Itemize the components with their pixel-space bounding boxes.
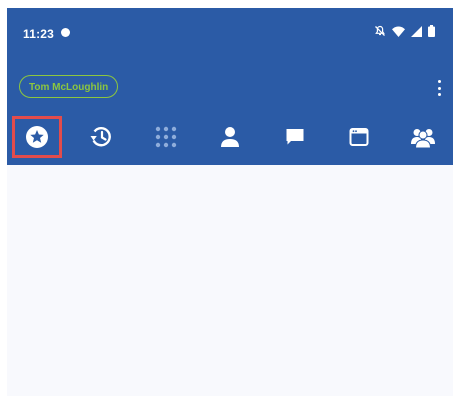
recent-history-icon	[90, 127, 111, 147]
contact-person-icon	[221, 127, 239, 147]
dialpad-icon	[155, 126, 177, 148]
account-name-chip[interactable]: Tom McLoughlin	[19, 75, 119, 98]
status-time: 11:23	[23, 27, 55, 41]
tab-browser[interactable]	[334, 116, 384, 158]
tab-recent[interactable]	[76, 116, 126, 158]
favorites-star-icon	[26, 126, 48, 148]
tab-favorites[interactable]	[12, 116, 62, 158]
mute-icon	[374, 25, 386, 37]
wifi-icon	[392, 26, 405, 37]
app-bar: 11:23 Tom McLoughlin	[7, 8, 453, 166]
tab-contacts[interactable]	[205, 116, 255, 158]
tab-chat[interactable]	[270, 116, 320, 158]
group-people-icon	[411, 129, 435, 148]
status-icons	[374, 25, 435, 37]
recording-dot-icon	[61, 28, 70, 37]
browser-window-icon	[349, 128, 369, 146]
tab-dialpad[interactable]	[141, 116, 191, 158]
tab-groups[interactable]	[398, 116, 448, 158]
phone-screen: 11:23 Tom McLoughlin	[7, 8, 453, 396]
status-bar: 11:23	[7, 8, 453, 53]
more-options-icon[interactable]	[432, 79, 446, 97]
tab-bar	[7, 116, 453, 158]
chat-icon	[286, 129, 304, 145]
battery-icon	[428, 25, 435, 37]
signal-icon	[411, 25, 422, 37]
content-area	[7, 165, 453, 396]
